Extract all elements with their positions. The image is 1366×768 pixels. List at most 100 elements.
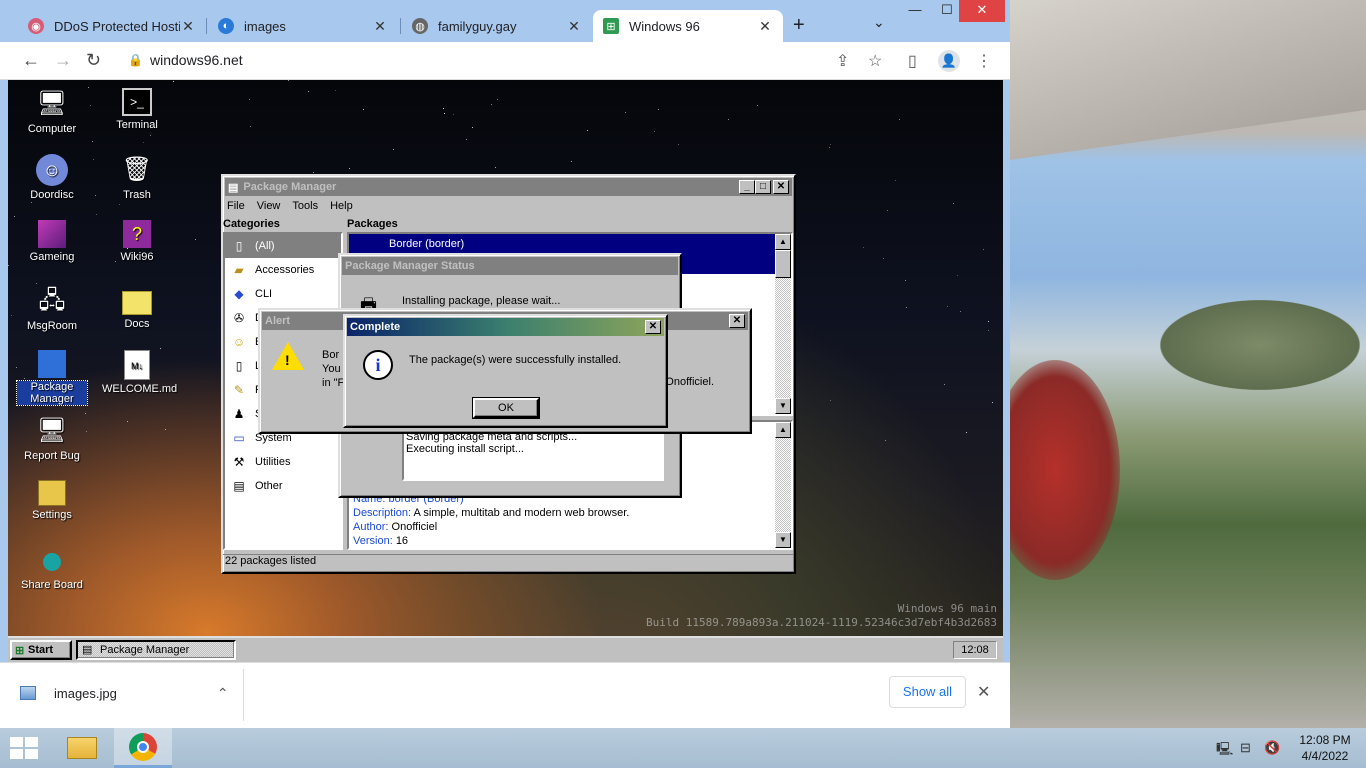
scroll-down-icon[interactable]: ▼ <box>775 532 791 548</box>
photo-roof <box>1010 0 1366 160</box>
forward-icon[interactable]: → <box>54 50 72 71</box>
star <box>127 421 128 422</box>
star <box>85 413 86 414</box>
close-tab-icon[interactable]: ✕ <box>566 18 582 35</box>
details-scrollbar[interactable]: ▲ ▼ <box>775 422 791 548</box>
close-icon[interactable]: ✕ <box>645 320 661 334</box>
star <box>349 168 350 169</box>
star <box>31 202 32 203</box>
share-icon[interactable]: ⇪ <box>836 51 849 71</box>
star <box>8 265 9 266</box>
desktop-icon-package-manager[interactable]: Package Manager <box>16 350 88 406</box>
star <box>249 99 250 100</box>
report-bug-icon: 🖥 <box>36 417 68 444</box>
download-bar: images.jpg ⌃ Show all ✕ <box>0 662 1010 728</box>
system-clock[interactable]: 12:08 PM 4/4/2022 <box>1290 732 1360 764</box>
photo-red-object <box>1010 360 1120 580</box>
tab-windows96[interactable]: ⊞ Windows 96 ✕ <box>593 10 783 42</box>
category-cli[interactable]: ◆ CLI <box>225 282 341 306</box>
package-manager-titlebar[interactable]: ▤ Package Manager _ □ ✕ <box>225 178 792 196</box>
close-icon[interactable]: ✕ <box>729 314 745 328</box>
scroll-thumb[interactable] <box>775 250 791 278</box>
address-bar[interactable]: windows96.net <box>150 52 243 68</box>
packages-scrollbar[interactable]: ▲ ▼ <box>775 234 791 414</box>
install-log: Saving package meta and scripts... Execu… <box>402 427 664 481</box>
desktop-icon-welcome[interactable]: M↓ WELCOME.md <box>102 350 177 395</box>
side-panel-icon[interactable]: ▯ <box>908 51 917 71</box>
desktop-icon-msgroom[interactable]: 🖧 MsgRoom <box>17 285 87 332</box>
chrome-taskbar-icon[interactable] <box>114 728 172 768</box>
star <box>11 315 12 316</box>
desktop-icon-settings[interactable]: Settings <box>17 480 87 521</box>
windows96-logo-icon: ⊞ <box>15 645 25 657</box>
windows-start-icon[interactable] <box>10 737 38 759</box>
desktop-icon-computer[interactable]: 🖥 Computer <box>17 88 87 135</box>
show-all-button[interactable]: Show all <box>889 676 966 708</box>
desktop-icon-docs[interactable]: Docs <box>102 285 172 330</box>
star <box>195 239 196 240</box>
desktop-icon-gameing[interactable]: Gameing <box>17 220 87 263</box>
chevron-down-icon[interactable]: ⌄ <box>873 14 885 31</box>
desktop-icon-share-board[interactable]: Share Board <box>17 545 87 591</box>
tab-ddos[interactable]: ◉ DDoS Protected Hosting ✕ <box>18 10 206 42</box>
lock-icon[interactable]: 🔒 <box>128 53 143 67</box>
volume-muted-icon[interactable]: 🔇 <box>1264 740 1280 756</box>
scroll-up-icon[interactable]: ▲ <box>775 422 791 438</box>
background-photo <box>1010 0 1366 728</box>
star <box>906 307 907 308</box>
menu-tools[interactable]: Tools <box>292 200 318 212</box>
taskbar-package-manager[interactable]: ▤ Package Manager <box>76 640 236 660</box>
file-explorer-icon[interactable] <box>56 730 108 766</box>
close-tab-icon[interactable]: ✕ <box>372 18 388 35</box>
desktop-icon-trash[interactable]: 🗑 Trash <box>102 154 172 201</box>
menu-view[interactable]: View <box>257 200 281 212</box>
more-menu-icon[interactable]: ⋮ <box>976 51 992 71</box>
profile-icon[interactable]: 👤 <box>938 50 960 72</box>
category-other[interactable]: ▤ Other <box>225 474 341 498</box>
category-all[interactable]: ▯ (All) <box>225 234 341 258</box>
desktop-icon-report-bug[interactable]: 🖥 Report Bug <box>17 415 87 462</box>
tab-familyguy[interactable]: ◍ familyguy.gay ✕ <box>402 10 592 42</box>
menu-file[interactable]: File <box>227 200 245 212</box>
new-tab-icon[interactable]: + <box>793 14 805 37</box>
monitor-icon[interactable]: ⊟ <box>1240 740 1251 756</box>
tab-images[interactable]: ◐ images ✕ <box>208 10 398 42</box>
network-warning-icon[interactable]: 🖳 <box>1216 740 1233 762</box>
star-icon[interactable]: ☆ <box>868 51 882 71</box>
close-tab-icon[interactable]: ✕ <box>180 18 196 35</box>
star <box>90 105 91 106</box>
star <box>165 429 166 430</box>
menu-help[interactable]: Help <box>330 200 353 212</box>
reload-icon[interactable]: ↻ <box>86 50 101 71</box>
close-download-bar-icon[interactable]: ✕ <box>977 682 990 702</box>
close-tab-icon[interactable]: ✕ <box>757 18 773 35</box>
desktop-icon-wiki96[interactable]: ? Wiki96 <box>102 220 172 263</box>
desktop-icon-terminal[interactable]: >_ Terminal <box>102 88 172 131</box>
photo-trees <box>1160 300 1360 390</box>
close-icon[interactable]: ✕ <box>773 180 789 194</box>
download-item[interactable]: images.jpg ⌃ <box>20 679 229 707</box>
chevron-up-icon[interactable]: ⌃ <box>217 685 229 702</box>
complete-message: The package(s) were successfully install… <box>409 354 622 366</box>
cli-icon: ◆ <box>234 287 244 301</box>
category-utilities[interactable]: ⚒ Utilities <box>225 450 341 474</box>
complete-titlebar[interactable]: Complete ✕ <box>347 318 664 336</box>
close-window-icon[interactable]: ✕ <box>959 0 1005 22</box>
back-icon[interactable]: ← <box>22 50 40 71</box>
images-favicon: ◐ <box>218 18 234 34</box>
ok-button[interactable]: OK <box>472 397 540 419</box>
minimize-icon[interactable]: _ <box>739 180 755 194</box>
start-button[interactable]: ⊞ Start <box>10 640 72 660</box>
star <box>313 172 314 173</box>
category-accessories[interactable]: ▰ Accessories <box>225 258 341 282</box>
scroll-down-icon[interactable]: ▼ <box>775 398 791 414</box>
star <box>119 204 120 205</box>
status-titlebar[interactable]: Package Manager Status <box>342 257 678 275</box>
win96-taskbar: ⊞ Start ▤ Package Manager 12:08 <box>8 636 1003 662</box>
scroll-up-icon[interactable]: ▲ <box>775 234 791 250</box>
tab-strip: ◉ DDoS Protected Hosting ✕ ◐ images ✕ ◍ … <box>0 0 1010 42</box>
star <box>944 384 945 385</box>
desktop-icon-doordisc[interactable]: ☺ Doordisc <box>17 154 87 201</box>
star <box>728 119 729 120</box>
maximize-icon[interactable]: □ <box>755 180 771 194</box>
